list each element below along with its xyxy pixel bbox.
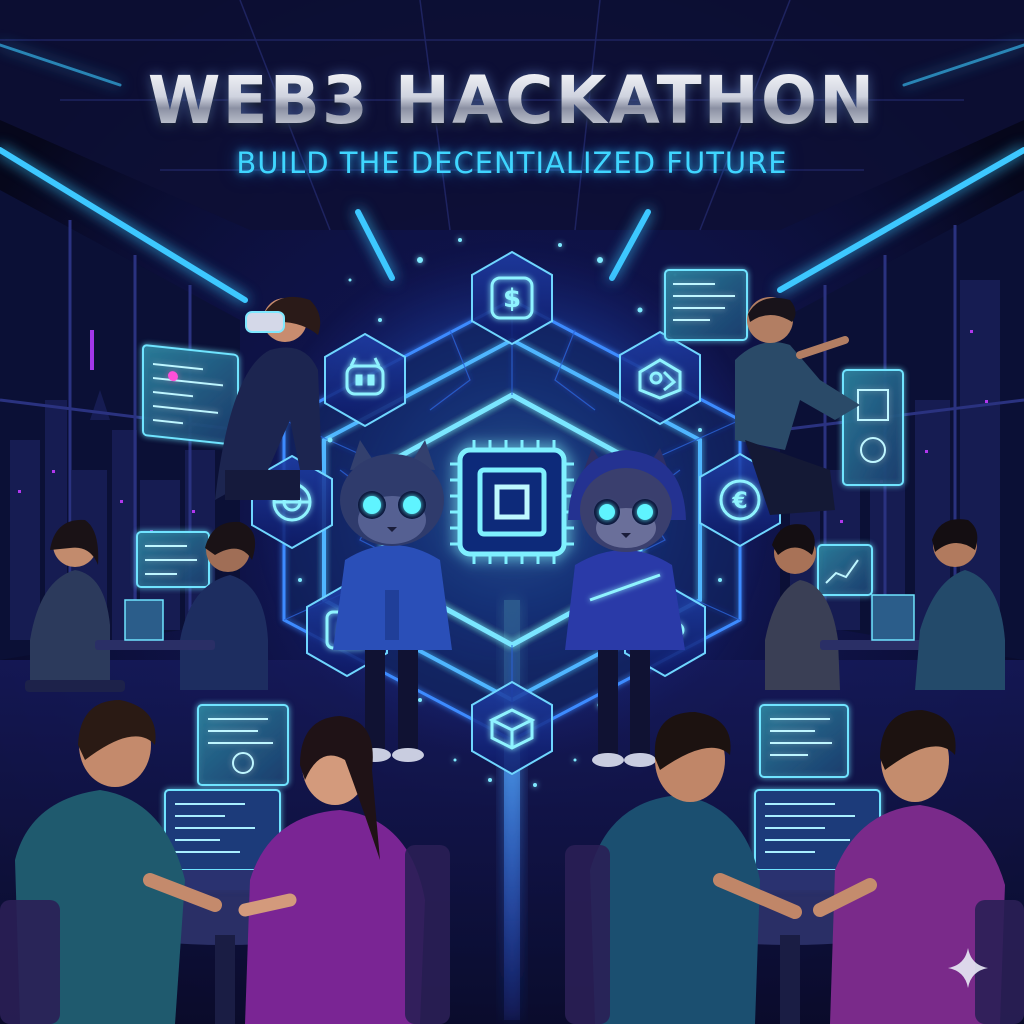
cpu-chip-icon [450,440,574,564]
holo-screen-left-mid [136,531,210,588]
holo-screen-right-mid [842,369,904,486]
holo-screen-right-low [817,544,873,596]
holo-screen-bottom-left [197,704,289,786]
holo-screen-left-top [142,344,239,446]
sparkle-icon [948,948,988,988]
holo-screen-right-top [664,269,748,341]
svg-text:€: € [731,489,747,514]
poster-subtitle: BUILD THE DECENTIALIZED FUTURE [236,146,788,180]
poster-title: WEB3 HACKATHON [0,62,1024,139]
holo-screen-bottom-right [759,704,849,778]
svg-text:$: $ [503,284,521,314]
